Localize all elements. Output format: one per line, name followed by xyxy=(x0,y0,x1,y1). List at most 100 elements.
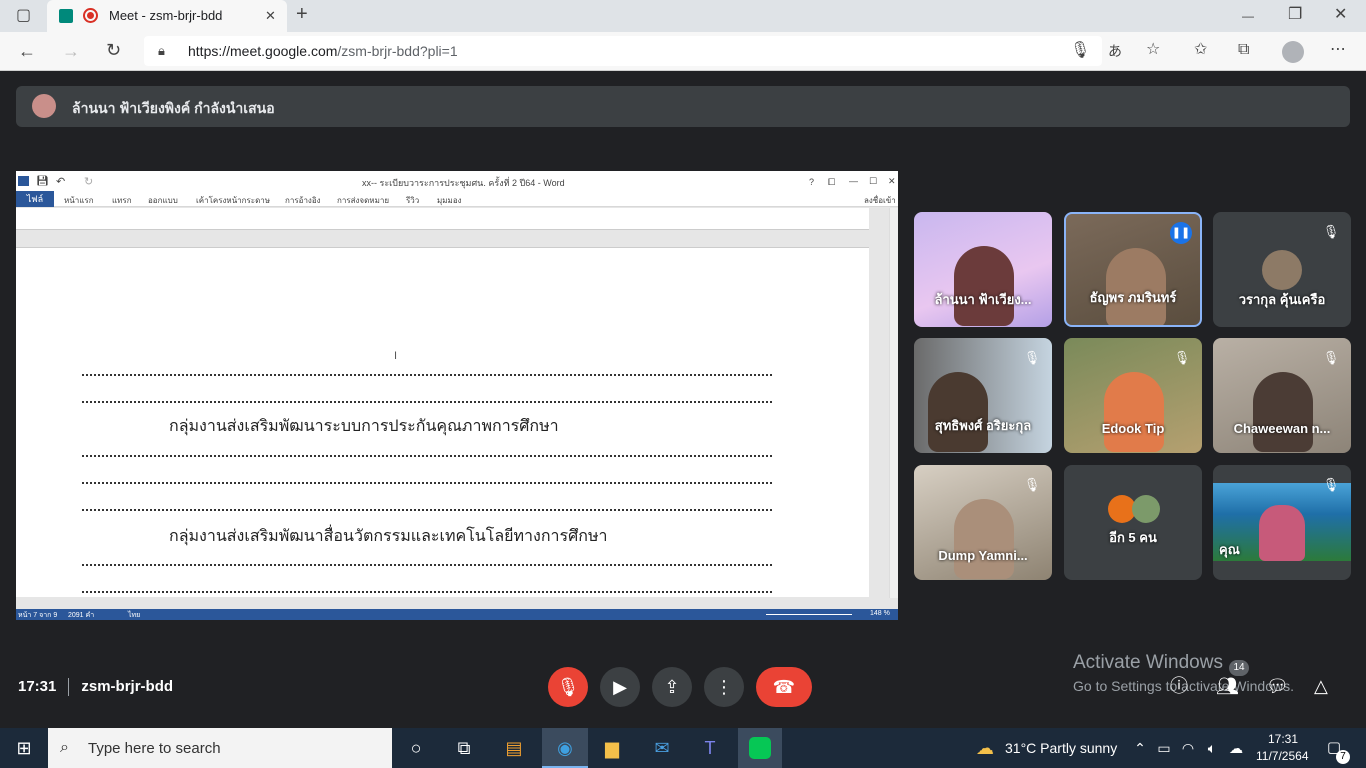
address-toolbar: ← → ↻ 🔒︎ https://meet.google.com/zsm-brj… xyxy=(0,32,1366,71)
weather-icon[interactable]: ☁ xyxy=(973,736,997,760)
volume-icon[interactable]: 🔈︎ xyxy=(1200,736,1224,760)
camera-toggle-button[interactable]: ▶︎ xyxy=(600,667,640,707)
favorites-icon[interactable]: ✩ xyxy=(1194,42,1207,58)
minimize-icon[interactable]: — xyxy=(1242,8,1254,24)
mic-toggle-button[interactable]: 🎙︎ xyxy=(548,667,588,707)
signin-link[interactable]: ลงชื่อเข้า xyxy=(864,194,896,207)
close-tab-icon[interactable]: ✕ xyxy=(265,8,276,24)
doc-line-1: กลุ่มงานส่งเสริมพัฒนาระบบการประกันคุณภาพ… xyxy=(169,416,559,435)
participant-tile[interactable]: 🎙︎ Dump Yamni... xyxy=(914,465,1052,580)
participant-avatar xyxy=(1262,250,1302,290)
browser-tab-meet[interactable]: Meet - zsm-brjr-bdd ✕ xyxy=(47,0,287,32)
weather-text[interactable]: 31°C Partly sunny xyxy=(1005,740,1117,756)
cortana-icon[interactable]: ○ xyxy=(404,736,428,760)
status-words[interactable]: 2091 คำ xyxy=(68,610,94,620)
ribbon-tab-references[interactable]: การอ้างอิง xyxy=(285,194,321,207)
participant-tile-self[interactable]: 🎙︎ คุณ xyxy=(1213,465,1351,580)
store-icon[interactable]: ▤ xyxy=(502,736,526,760)
zoom-level[interactable]: 148 % xyxy=(870,610,890,617)
url-field[interactable]: 🔒︎ https://meet.google.com/zsm-brjr-bdd?… xyxy=(144,36,1102,66)
forward-icon[interactable]: → xyxy=(62,42,80,60)
word-maximize-icon[interactable]: ☐ xyxy=(869,173,877,189)
status-page[interactable]: หน้า 7 จาก 9 xyxy=(18,610,57,620)
mail-icon[interactable]: ✉ xyxy=(650,736,674,760)
dotted-line xyxy=(82,401,772,403)
participant-name: ล้านนา ฟ้าเวียง... xyxy=(934,292,1032,307)
word-statusbar: หน้า 7 จาก 9 2091 คำ ไทย 148 % xyxy=(16,609,898,620)
teams-icon[interactable]: T xyxy=(698,736,722,760)
taskbar-search[interactable]: ⌕ Type here to search xyxy=(48,728,392,768)
participant-tile[interactable]: 🎙︎ Chaweewan n... xyxy=(1213,338,1351,453)
save-icon[interactable]: 💾︎ xyxy=(36,174,49,190)
vertical-scrollbar[interactable] xyxy=(889,208,898,598)
profile-avatar[interactable] xyxy=(1282,41,1304,63)
present-button[interactable]: ⇪ xyxy=(652,667,692,707)
participant-tile[interactable]: 🎙︎ วรากุล คุ้นเครือ xyxy=(1213,212,1351,327)
word-ribbon: ไฟล์ หน้าแรก แทรก ออกแบบ เค้าโครงหน้ากระ… xyxy=(16,191,898,207)
dotted-line xyxy=(82,482,772,484)
participant-name: Dump Yamni... xyxy=(938,548,1028,563)
help-icon[interactable]: ? xyxy=(809,174,814,190)
participant-tile[interactable]: ล้านนา ฟ้าเวียง... xyxy=(914,212,1052,327)
dotted-line xyxy=(82,591,772,593)
participant-name: ธัญพร ภมรินทร์ xyxy=(1089,290,1177,305)
meeting-info: 17:31 zsm-brjr-bdd xyxy=(18,678,173,697)
doc-line-2: กลุ่มงานส่งเสริมพัฒนาสื่อนวัตกรรมและเทคโ… xyxy=(169,526,608,545)
participant-tile[interactable]: 🎙︎ สุทธิพงศ์ อริยะกุล xyxy=(914,338,1052,453)
people-icon[interactable]: 👥︎ xyxy=(1216,677,1239,695)
chat-icon[interactable]: 💬︎ xyxy=(1266,677,1289,695)
file-explorer-icon[interactable]: ▆ xyxy=(600,736,624,760)
battery-icon[interactable]: ▭ xyxy=(1152,736,1176,760)
add-favorite-icon[interactable]: ☆ xyxy=(1146,42,1160,58)
wifi-icon[interactable]: ◠ xyxy=(1176,736,1200,760)
undo-icon[interactable]: ↶ xyxy=(56,174,65,190)
participant-name: Edook Tip xyxy=(1101,421,1165,436)
chevron-up-icon[interactable]: ⌃ xyxy=(1128,736,1152,760)
status-language[interactable]: ไทย xyxy=(128,610,140,620)
start-icon[interactable]: ⊞ xyxy=(12,736,36,760)
participant-tile[interactable]: ❚❚ ธัญพร ภมรินทร์ xyxy=(1064,212,1202,327)
redo-icon[interactable]: ↻ xyxy=(84,174,93,190)
ribbon-tab-home[interactable]: หน้าแรก xyxy=(64,194,94,207)
word-close-icon[interactable]: ✕ xyxy=(888,173,896,189)
more-options-button[interactable]: ⋮ xyxy=(704,667,744,707)
ribbon-tab-mailings[interactable]: การส่งจดหมาย xyxy=(337,194,389,207)
presenter-avatar xyxy=(32,94,56,118)
participant-tile-more[interactable]: อีก 5 คน xyxy=(1064,465,1202,580)
clock-date[interactable]: 11/7/2564 xyxy=(1256,749,1309,763)
onedrive-icon[interactable]: ☁ xyxy=(1224,736,1248,760)
activities-icon[interactable]: △ xyxy=(1314,677,1328,695)
restore-icon[interactable]: ❐ xyxy=(1288,7,1302,23)
ribbon-tab-view[interactable]: มุมมอง xyxy=(437,194,462,207)
back-icon[interactable]: ← xyxy=(18,42,36,60)
task-view-icon[interactable]: ⧉ xyxy=(452,736,476,760)
ribbon-tab-design[interactable]: ออกแบบ xyxy=(148,194,178,207)
ribbon-display-icon[interactable]: ⧠ xyxy=(828,174,835,190)
participant-tile[interactable]: 🎙︎ Edook Tip xyxy=(1064,338,1202,453)
leave-call-button[interactable]: ☎︎ xyxy=(756,667,812,707)
ribbon-tab-layout[interactable]: เค้าโครงหน้ากระดาษ xyxy=(196,194,270,207)
clock-time[interactable]: 17:31 xyxy=(1268,732,1298,746)
ribbon-file-tab[interactable]: ไฟล์ xyxy=(16,191,54,207)
meeting-details-icon[interactable]: ⓘ xyxy=(1170,677,1188,695)
zoom-slider[interactable] xyxy=(766,614,852,615)
new-tab-icon[interactable]: + xyxy=(296,4,308,24)
line-taskbar-item[interactable] xyxy=(738,728,782,768)
previous-page-bottom xyxy=(16,208,869,230)
edge-taskbar-item[interactable]: ◉ xyxy=(542,728,588,768)
refresh-icon[interactable]: ↻ xyxy=(106,41,121,59)
word-minimize-icon[interactable]: — xyxy=(849,173,858,189)
browser-tabbar: ▢ Meet - zsm-brjr-bdd ✕ + — ❐ ✕ xyxy=(0,0,1366,32)
more-avatar xyxy=(1132,495,1160,523)
close-window-icon[interactable]: ✕ xyxy=(1334,7,1347,23)
ribbon-tab-review[interactable]: รีวิว xyxy=(406,194,419,207)
microphone-icon[interactable]: 🎙︎ xyxy=(1070,43,1090,59)
ribbon-tab-insert[interactable]: แทรก xyxy=(112,194,132,207)
read-aloud-icon[interactable]: あ xyxy=(1108,43,1122,59)
collections-icon[interactable]: ⧉ xyxy=(1238,42,1249,58)
mic-off-icon: 🎙︎ xyxy=(1023,350,1041,365)
meeting-time: 17:31 xyxy=(18,678,57,695)
tab-actions-icon[interactable]: ▢ xyxy=(16,8,31,24)
search-placeholder: Type here to search xyxy=(88,740,221,757)
more-options-icon[interactable]: ⋯ xyxy=(1330,42,1346,58)
